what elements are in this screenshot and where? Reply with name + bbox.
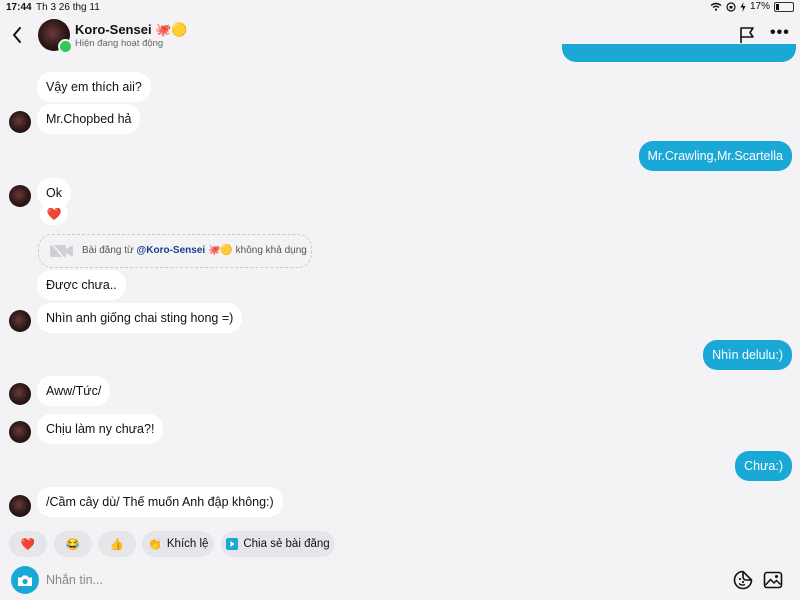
- message-reaction[interactable]: ❤️: [40, 203, 68, 225]
- sticker-button[interactable]: [733, 570, 753, 595]
- unavailable-post-text: Bài đăng từ @Koro-Sensei 🐙🟡 không khả dụ…: [82, 245, 307, 256]
- quick-reply-laugh[interactable]: 😂: [54, 531, 92, 557]
- message-bubble-outgoing[interactable]: Nhìn delulu:): [703, 340, 792, 370]
- status-time: 17:44: [6, 2, 32, 13]
- status-bar: 17:44 Th 3 26 thg 11 17%: [0, 0, 800, 16]
- video-off-icon: [50, 243, 73, 259]
- battery-level: [776, 3, 779, 10]
- message-bubble-incoming[interactable]: Aww/Tức/: [37, 376, 111, 406]
- quick-reply-label: Chia sẻ bài đăng: [243, 538, 330, 550]
- more-icon: •••: [770, 24, 790, 41]
- camera-button[interactable]: [11, 566, 39, 594]
- quick-reply-label: Khích lệ: [166, 538, 209, 550]
- quick-reply-heart[interactable]: ❤️: [9, 531, 47, 557]
- back-button[interactable]: [8, 24, 26, 46]
- message-bubble-incoming[interactable]: /Cầm cây dù/ Thế muốn Anh đập không:): [37, 487, 283, 517]
- message-bubble-incoming[interactable]: Chịu làm ny chưa?!: [37, 414, 164, 444]
- message-bubble-incoming[interactable]: Nhìn anh giống chai sting hong =): [37, 303, 243, 333]
- chevron-left-icon: [13, 27, 21, 43]
- sticker-icon: [733, 570, 753, 590]
- message-bubble-incoming[interactable]: Được chưa..: [37, 270, 126, 300]
- share-post-button[interactable]: Chia sẻ bài đăng: [221, 531, 335, 557]
- message-bubble-outgoing[interactable]: Chưa:): [735, 451, 792, 481]
- heart-reaction-icon: ❤️: [46, 207, 62, 221]
- online-indicator: [58, 39, 73, 54]
- share-icon: [226, 538, 239, 550]
- more-button[interactable]: •••: [770, 24, 790, 42]
- sender-avatar[interactable]: [9, 383, 31, 405]
- gallery-icon: [763, 571, 783, 589]
- clapping-hands-icon: 👏: [147, 539, 162, 551]
- flag-icon: [740, 27, 754, 43]
- message-bubble-incoming[interactable]: Vậy em thích aii?: [37, 72, 151, 102]
- message-bubble-outgoing[interactable]: Mr.Crawling,Mr.Scartella: [638, 141, 792, 171]
- message-input[interactable]: [44, 569, 348, 591]
- orientation-lock-icon: [726, 1, 736, 12]
- quick-reply-encourage[interactable]: 👏 Khích lệ: [142, 531, 214, 557]
- contact-status: Hiện đang hoạt động: [75, 38, 164, 49]
- sender-avatar[interactable]: [9, 185, 31, 207]
- quick-reply-thumbs-up[interactable]: 👍: [98, 531, 136, 557]
- message-composer: [0, 562, 800, 600]
- laughing-face-icon: 😂: [65, 539, 81, 551]
- contact-name[interactable]: Koro-Sensei 🐙🟡: [75, 22, 188, 38]
- post-prefix: Bài đăng từ: [82, 245, 134, 256]
- sender-avatar[interactable]: [9, 421, 31, 443]
- sender-avatar[interactable]: [9, 111, 31, 133]
- gallery-button[interactable]: [763, 570, 783, 595]
- heart-icon: ❤️: [20, 539, 36, 551]
- status-date: Th 3 26 thg 11: [36, 2, 100, 13]
- camera-icon: [18, 575, 32, 586]
- battery-percent: 17%: [749, 1, 770, 12]
- battery-icon: [774, 1, 794, 12]
- post-author-handle[interactable]: @Koro-Sensei 🐙🟡: [137, 245, 233, 256]
- thumbs-up-icon: 👍: [109, 539, 125, 551]
- message-bubble-incoming[interactable]: Mr.Chopbed hả: [37, 104, 141, 134]
- unavailable-post-card[interactable]: Bài đăng từ @Koro-Sensei 🐙🟡 không khả dụ…: [38, 234, 312, 268]
- post-suffix: không khả dụng: [235, 245, 307, 256]
- wifi-icon: [710, 2, 722, 11]
- charging-icon: [740, 1, 746, 12]
- sender-avatar[interactable]: [9, 495, 31, 517]
- sender-avatar[interactable]: [9, 310, 31, 332]
- status-icons: 17%: [710, 1, 794, 12]
- message-bubble-partial[interactable]: [562, 44, 796, 62]
